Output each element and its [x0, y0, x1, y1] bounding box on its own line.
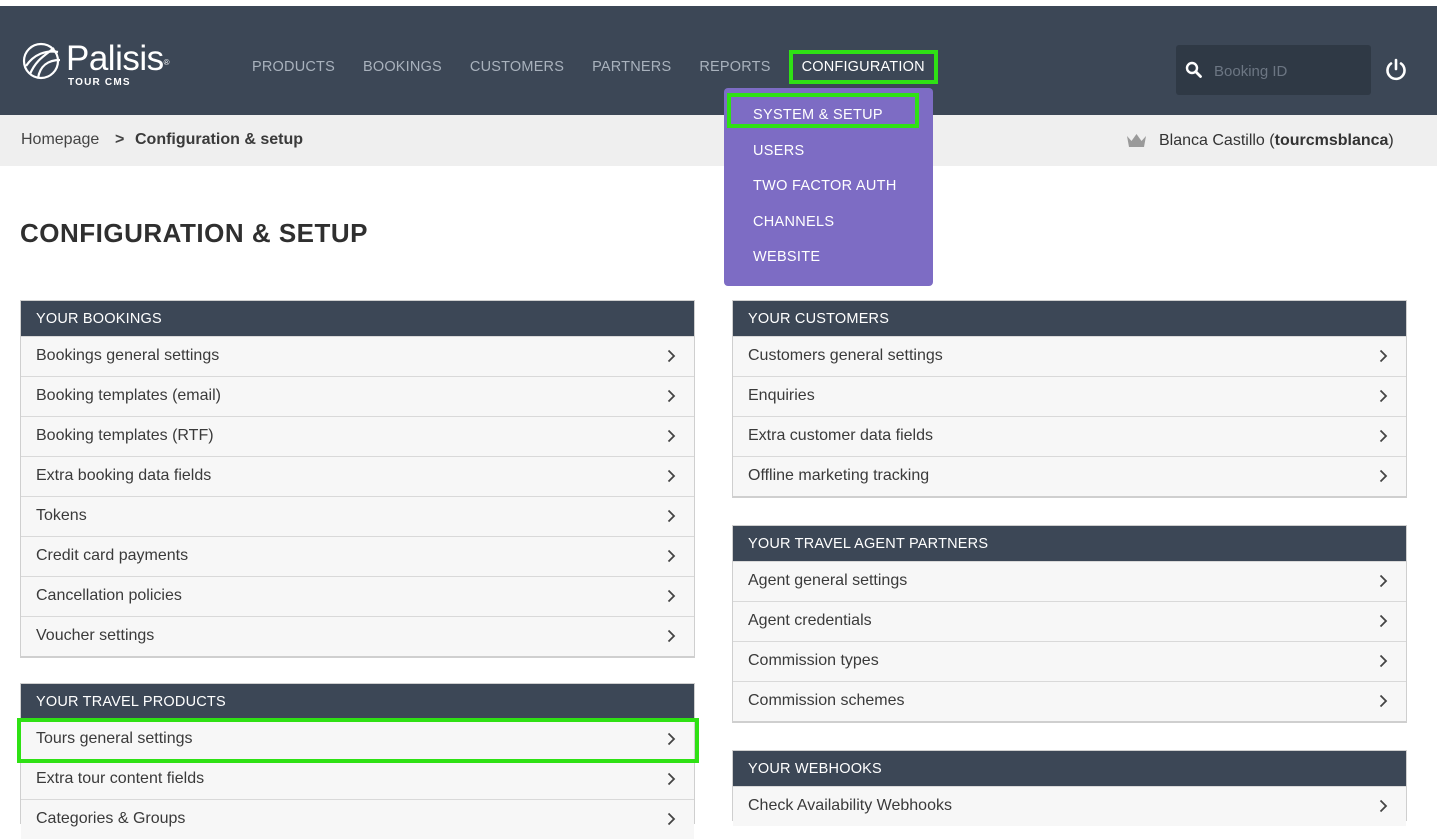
- list-item[interactable]: Categories & Groups: [21, 799, 694, 839]
- brand-sub: TOUR CMS: [68, 77, 131, 88]
- panel-bookings: YOUR BOOKINGS Bookings general settings …: [20, 300, 695, 658]
- chevron-right-icon: [1379, 799, 1388, 813]
- chevron-right-icon: [667, 429, 676, 443]
- brand-tm: ®: [163, 58, 170, 67]
- list-item[interactable]: Cancellation policies: [21, 576, 694, 616]
- list-item[interactable]: Bookings general settings: [21, 336, 694, 376]
- menu-item-users[interactable]: USERS: [753, 143, 804, 159]
- chevron-right-icon: [1379, 654, 1388, 668]
- top-navbar: Palisis® TOUR CMS PRODUCTS BOOKINGS CUST…: [0, 6, 1437, 115]
- palisis-logo-icon: [22, 42, 61, 80]
- panel-header: YOUR CUSTOMERS: [733, 301, 1406, 336]
- search-icon[interactable]: [1185, 61, 1202, 78]
- chevron-right-icon: [667, 549, 676, 563]
- list-item[interactable]: Offline marketing tracking: [733, 456, 1406, 496]
- panel-travel-products: YOUR TRAVEL PRODUCTS Tours general setti…: [20, 683, 695, 839]
- list-item[interactable]: Booking templates (RTF): [21, 416, 694, 456]
- chevron-right-icon: [667, 469, 676, 483]
- chevron-right-icon: [1379, 469, 1388, 483]
- chevron-right-icon: [1379, 349, 1388, 363]
- user-name: Blanca Castillo: [1159, 132, 1265, 149]
- chevron-right-icon: [1379, 389, 1388, 403]
- chevron-right-icon: [1379, 574, 1388, 588]
- nav-configuration[interactable]: CONFIGURATION: [788, 50, 938, 84]
- chevron-right-icon: [667, 389, 676, 403]
- list-item[interactable]: Booking templates (email): [21, 376, 694, 416]
- list-item[interactable]: Agent general settings: [733, 561, 1406, 601]
- breadcrumb-separator: >: [115, 131, 125, 148]
- panel-agent-partners: YOUR TRAVEL AGENT PARTNERS Agent general…: [732, 525, 1407, 723]
- chevron-right-icon: [1379, 694, 1388, 708]
- nav-reports[interactable]: REPORTS: [685, 50, 784, 84]
- list-item[interactable]: Check Availability Webhooks: [733, 786, 1406, 826]
- chevron-right-icon: [667, 772, 676, 786]
- chevron-right-icon: [1379, 614, 1388, 628]
- list-item[interactable]: Commission types: [733, 641, 1406, 681]
- list-item[interactable]: Customers general settings: [733, 336, 1406, 376]
- list-item[interactable]: Agent credentials: [733, 601, 1406, 641]
- nav-partners[interactable]: PARTNERS: [578, 50, 685, 84]
- panel-header: YOUR TRAVEL PRODUCTS: [21, 684, 694, 719]
- menu-item-two-factor-auth[interactable]: TWO FACTOR AUTH: [753, 178, 897, 194]
- nav-customers[interactable]: CUSTOMERS: [456, 50, 578, 84]
- nav-products[interactable]: PRODUCTS: [238, 50, 349, 84]
- list-item[interactable]: Enquiries: [733, 376, 1406, 416]
- panel-customers: YOUR CUSTOMERS Customers general setting…: [732, 300, 1407, 498]
- breadcrumb-current: Configuration & setup: [135, 131, 303, 148]
- user-account[interactable]: Blanca Castillo (tourcmsblanca): [1159, 132, 1394, 150]
- chevron-right-icon: [667, 509, 676, 523]
- brand-name: Palisis: [66, 39, 164, 78]
- page-title: CONFIGURATION & SETUP: [20, 218, 369, 248]
- list-item[interactable]: Extra customer data fields: [733, 416, 1406, 456]
- booking-search: [1176, 45, 1371, 95]
- panel-header: YOUR BOOKINGS: [21, 301, 694, 336]
- breadcrumb-home[interactable]: Homepage: [21, 131, 99, 149]
- menu-item-website[interactable]: WEBSITE: [753, 249, 820, 265]
- configuration-dropdown-menu: SYSTEM & SETUP USERS TWO FACTOR AUTH CHA…: [724, 88, 933, 286]
- panel-header: YOUR TRAVEL AGENT PARTNERS: [733, 526, 1406, 561]
- panel-header: YOUR WEBHOOKS: [733, 751, 1406, 786]
- chevron-right-icon: [1379, 429, 1388, 443]
- brand-logo[interactable]: Palisis® TOUR CMS: [20, 39, 170, 88]
- list-item[interactable]: Commission schemes: [733, 681, 1406, 721]
- chevron-right-icon: [667, 812, 676, 826]
- chevron-right-icon: [667, 629, 676, 643]
- user-username: tourcmsblanca: [1274, 132, 1389, 149]
- chevron-right-icon: [667, 732, 676, 746]
- menu-item-system-setup[interactable]: SYSTEM & SETUP: [753, 107, 883, 123]
- list-item[interactable]: Voucher settings: [21, 616, 694, 656]
- power-icon[interactable]: [1384, 58, 1408, 82]
- list-item[interactable]: Credit card payments: [21, 536, 694, 576]
- panel-webhooks: YOUR WEBHOOKS Check Availability Webhook…: [732, 750, 1407, 826]
- list-item[interactable]: Extra tour content fields: [21, 759, 694, 799]
- main-nav: PRODUCTS BOOKINGS CUSTOMERS PARTNERS REP…: [238, 50, 938, 84]
- crown-icon: [1127, 134, 1146, 147]
- menu-item-channels[interactable]: CHANNELS: [753, 214, 834, 230]
- booking-id-input[interactable]: [1212, 57, 1366, 85]
- list-item[interactable]: Extra booking data fields: [21, 456, 694, 496]
- chevron-right-icon: [667, 589, 676, 603]
- list-item[interactable]: Tours general settings: [21, 719, 694, 759]
- chevron-right-icon: [667, 349, 676, 363]
- nav-bookings[interactable]: BOOKINGS: [349, 50, 456, 84]
- list-item[interactable]: Tokens: [21, 496, 694, 536]
